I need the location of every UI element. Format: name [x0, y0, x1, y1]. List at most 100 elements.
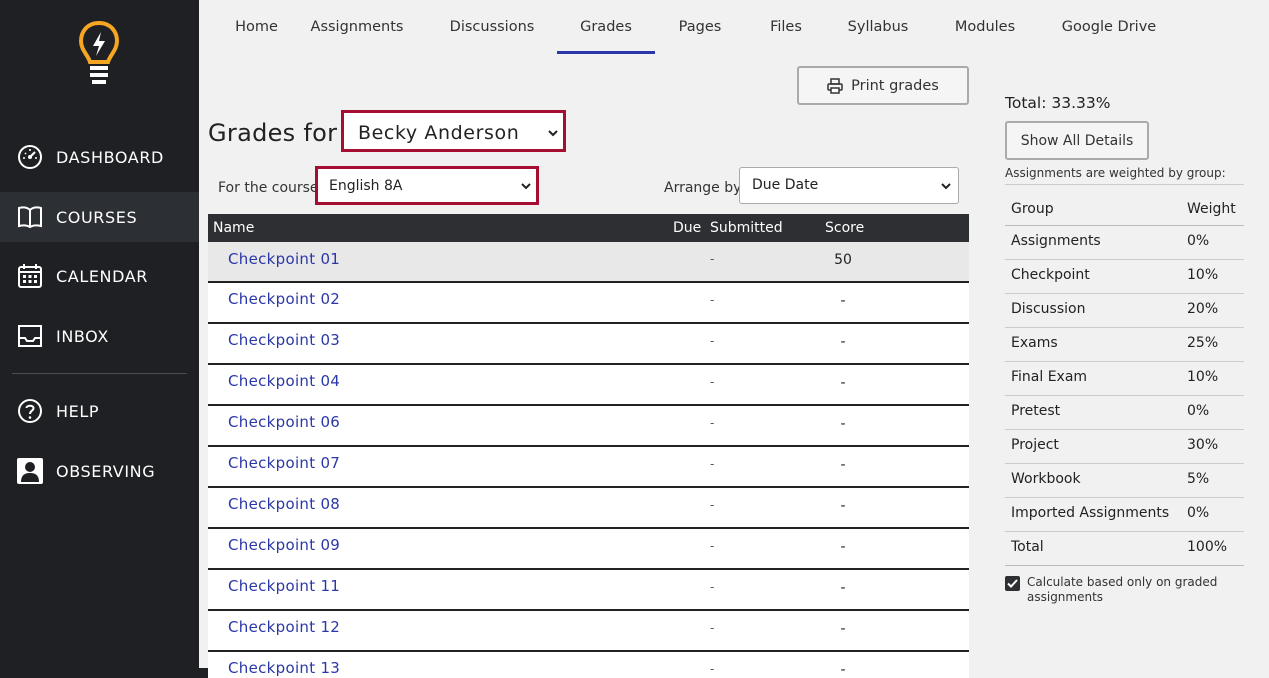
tab-files[interactable]: Files	[761, 0, 811, 54]
tab-google-drive[interactable]: Google Drive	[1059, 0, 1159, 54]
nav-inbox[interactable]: INBOX	[0, 311, 199, 361]
submitted-value: -	[710, 252, 715, 266]
student-select-value: Becky Anderson	[358, 122, 520, 144]
group-weight: 5%	[1187, 471, 1210, 487]
weight-row: Final Exam 10%	[1005, 362, 1244, 396]
group-name: Checkpoint	[1011, 267, 1090, 283]
nav-dashboard[interactable]: DASHBOARD	[0, 132, 199, 182]
group-weight: 25%	[1187, 335, 1219, 351]
assignment-link[interactable]: Checkpoint 12	[228, 618, 340, 636]
group-name: Total	[1011, 539, 1044, 555]
table-row: Checkpoint 09 - -	[208, 529, 969, 570]
nav-inbox-label: INBOX	[56, 326, 109, 346]
book-icon	[16, 203, 44, 231]
weights-table-header: Group Weight	[1005, 194, 1244, 226]
table-row: Checkpoint 01 - 50	[208, 242, 969, 283]
score-value: -	[840, 539, 846, 555]
printer-icon	[827, 77, 843, 94]
assignment-link[interactable]: Checkpoint 02	[228, 290, 340, 308]
group-weight: 100%	[1187, 539, 1228, 555]
nav-help-label: HELP	[56, 401, 100, 421]
weight-row-total: Total 100%	[1005, 532, 1244, 566]
group-weight: 20%	[1187, 301, 1219, 317]
total-grade: Total: 33.33%	[1005, 94, 1111, 112]
nav-courses[interactable]: COURSES	[0, 192, 199, 242]
calendar-icon	[16, 262, 44, 290]
score-value: -	[840, 334, 846, 350]
table-row: Checkpoint 08 - -	[208, 488, 969, 529]
tab-grades[interactable]: Grades	[557, 0, 655, 54]
arrange-by-label: Arrange by	[664, 180, 742, 196]
calculate-graded-only-checkbox[interactable]	[1005, 576, 1020, 591]
show-all-details-button[interactable]: Show All Details	[1005, 121, 1149, 160]
weight-row: Imported Assignments 0%	[1005, 498, 1244, 532]
nav-calendar-label: CALENDAR	[56, 266, 149, 286]
table-row: Checkpoint 11 - -	[208, 570, 969, 611]
print-grades-button[interactable]: Print grades	[797, 66, 969, 105]
col-score[interactable]: Score	[825, 220, 864, 236]
table-row: Checkpoint 06 - -	[208, 406, 969, 447]
assignment-link[interactable]: Checkpoint 06	[228, 413, 340, 431]
assignment-link[interactable]: Checkpoint 09	[228, 536, 340, 554]
tab-pages[interactable]: Pages	[669, 0, 731, 54]
assignment-link[interactable]: Checkpoint 07	[228, 454, 340, 472]
tab-home[interactable]: Home	[214, 0, 299, 54]
assignment-link[interactable]: Checkpoint 08	[228, 495, 340, 513]
chevron-down-icon	[941, 183, 951, 190]
weight-note: Assignments are weighted by group:	[1005, 166, 1244, 185]
score-value: -	[840, 498, 846, 514]
tab-syllabus[interactable]: Syllabus	[842, 0, 914, 54]
col-submitted[interactable]: Submitted	[710, 220, 783, 236]
tab-discussions[interactable]: Discussions	[442, 0, 542, 54]
table-row: Checkpoint 04 - -	[208, 365, 969, 406]
score-value: -	[840, 621, 846, 637]
arrange-by-select[interactable]: Due Date	[739, 167, 959, 204]
group-name: Exams	[1011, 335, 1058, 351]
inbox-icon	[16, 322, 44, 350]
nav-help[interactable]: HELP	[0, 386, 199, 436]
global-nav: DASHBOARD COURSES CALENDAR INBOX HELP OB…	[0, 0, 199, 678]
nav-dashboard-label: DASHBOARD	[56, 147, 164, 167]
assignment-link[interactable]: Checkpoint 04	[228, 372, 340, 390]
group-name: Assignments	[1011, 233, 1101, 249]
tab-modules[interactable]: Modules	[949, 0, 1021, 54]
group-name: Discussion	[1011, 301, 1086, 317]
submitted-value: -	[710, 539, 715, 553]
weight-row: Discussion 20%	[1005, 294, 1244, 328]
student-select[interactable]: Becky Anderson	[341, 110, 566, 152]
score-value: -	[840, 293, 846, 309]
assignment-link[interactable]: Checkpoint 01	[228, 250, 340, 268]
table-row: Checkpoint 12 - -	[208, 611, 969, 652]
submitted-value: -	[710, 293, 715, 307]
col-name[interactable]: Name	[213, 220, 254, 236]
tab-assignments[interactable]: Assignments	[303, 0, 411, 54]
weight-row: Project 30%	[1005, 430, 1244, 464]
group-name: Workbook	[1011, 471, 1081, 487]
page-title: Grades for	[208, 119, 338, 147]
submitted-value: -	[710, 375, 715, 389]
checkmark-icon	[1007, 579, 1018, 588]
group-name: Final Exam	[1011, 369, 1088, 385]
col-due[interactable]: Due	[673, 220, 701, 236]
submitted-value: -	[710, 662, 715, 676]
group-weight: 10%	[1187, 369, 1219, 385]
table-row: Checkpoint 13 - -	[208, 652, 969, 678]
group-weight: 0%	[1187, 505, 1210, 521]
assignment-link[interactable]: Checkpoint 11	[228, 577, 340, 595]
course-select[interactable]: English 8A	[315, 166, 539, 205]
nav-observing[interactable]: OBSERVING	[0, 446, 199, 496]
group-name: Pretest	[1011, 403, 1061, 419]
submitted-value: -	[710, 621, 715, 635]
score-value: -	[840, 375, 846, 391]
nav-calendar[interactable]: CALENDAR	[0, 251, 199, 301]
group-weight: 30%	[1187, 437, 1219, 453]
assignment-link[interactable]: Checkpoint 03	[228, 331, 340, 349]
submitted-value: -	[710, 416, 715, 430]
assignment-link[interactable]: Checkpoint 13	[228, 659, 340, 677]
course-select-value: English 8A	[329, 178, 403, 194]
score-value: -	[840, 416, 846, 432]
submitted-value: -	[710, 580, 715, 594]
table-row: Checkpoint 02 - -	[208, 283, 969, 324]
lightbulb-logo-icon[interactable]	[78, 20, 120, 86]
table-row: Checkpoint 03 - -	[208, 324, 969, 365]
